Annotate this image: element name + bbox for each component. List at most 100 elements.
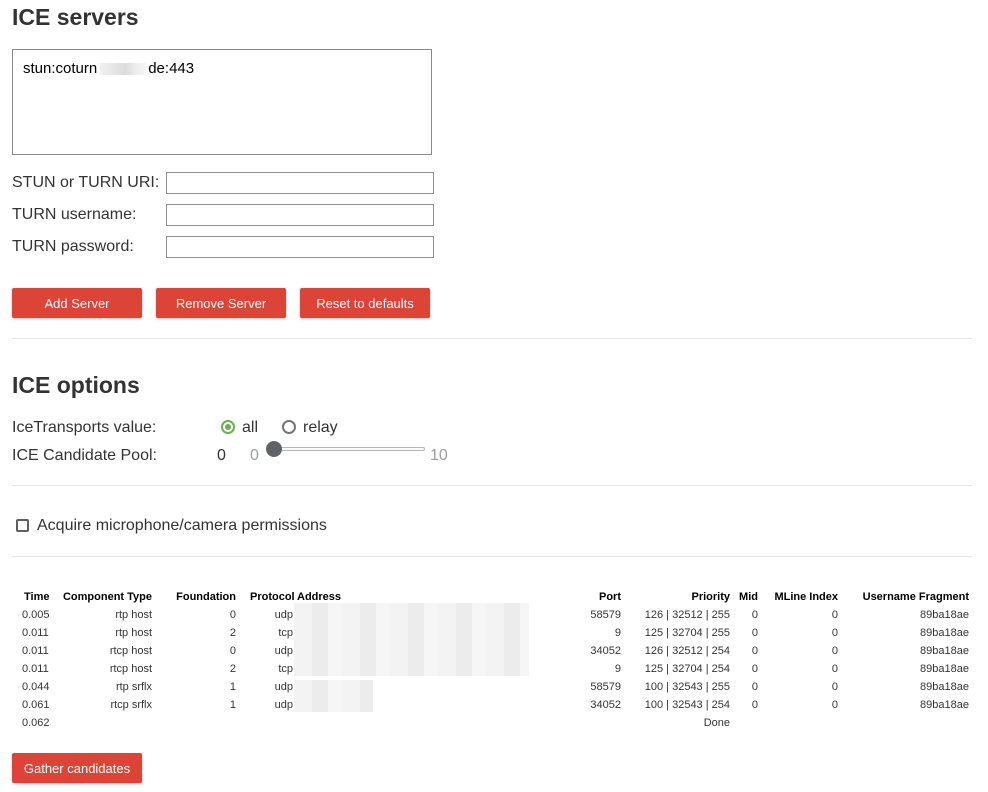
table-cell-port: 34052 xyxy=(590,645,621,657)
table-cell-username-fragment: 89ba18ae xyxy=(920,681,969,693)
redacted-address-block xyxy=(294,680,373,712)
table-cell-protocol: udp xyxy=(274,681,293,693)
table-cell-username-fragment: 89ba18ae xyxy=(920,699,969,711)
table-cell-mid: 0 xyxy=(751,627,758,639)
gather-candidates-button[interactable]: Gather candidates xyxy=(12,753,142,783)
remove-server-button[interactable]: Remove Server xyxy=(156,288,286,318)
table-cell-port: 34052 xyxy=(590,699,621,711)
table-cell-port: 9 xyxy=(614,627,621,639)
divider xyxy=(12,485,972,486)
username-input[interactable] xyxy=(166,204,434,226)
radio-relay-label: relay xyxy=(303,419,338,436)
candidate-pool-slider-thumb[interactable] xyxy=(266,441,282,457)
table-cell-time: 0.005 xyxy=(22,609,50,621)
table-cell-priority: 100 | 32543 | 254 xyxy=(644,699,730,711)
redacted-hostname xyxy=(100,62,147,75)
table-cell-foundation: 0 xyxy=(229,645,236,657)
table-cell-mid: 0 xyxy=(751,681,758,693)
table-cell-mid: 0 xyxy=(751,663,758,675)
reset-defaults-button[interactable]: Reset to defaults xyxy=(300,288,430,318)
ice-options-title: ICE options xyxy=(12,372,140,398)
table-cell-component-type: rtp host xyxy=(115,609,152,621)
table-cell-foundation: 1 xyxy=(229,681,236,693)
table-header-time: Time xyxy=(24,591,50,603)
radio-all-label: all xyxy=(242,419,259,436)
radio-relay[interactable] xyxy=(282,420,296,434)
table-cell-mline-index: 0 xyxy=(831,681,838,693)
table-cell-protocol: tcp xyxy=(278,627,293,639)
table-cell-component-type: rtp srflx xyxy=(115,681,152,693)
candidate-pool-value: 0 xyxy=(217,447,226,464)
table-cell-component-type: rtp host xyxy=(115,627,152,639)
table-cell-port: 58579 xyxy=(590,609,621,621)
slider-min-label: 0 xyxy=(250,447,259,464)
candidate-pool-label: ICE Candidate Pool: xyxy=(12,447,157,464)
redacted-address-block xyxy=(294,603,529,676)
table-cell-username-fragment: 89ba18ae xyxy=(920,609,969,621)
table-cell-time: 0.011 xyxy=(22,645,49,657)
table-cell-mline-index: 0 xyxy=(831,645,838,657)
table-cell-protocol: udp xyxy=(274,645,293,657)
table-cell-foundation: 1 xyxy=(229,699,236,711)
table-cell-priority: 126 | 32512 | 255 xyxy=(644,609,730,621)
table-cell-mid: 0 xyxy=(751,699,758,711)
candidate-pool-slider-track[interactable] xyxy=(270,447,425,451)
ice-transports-label: IceTransports value: xyxy=(12,419,157,436)
table-done-status: Done xyxy=(703,717,730,729)
table-cell-mid: 0 xyxy=(751,645,758,657)
table-cell-foundation: 0 xyxy=(229,609,236,621)
table-cell-priority: 125 | 32704 | 255 xyxy=(644,627,730,639)
table-final-time: 0.062 xyxy=(22,717,50,729)
table-cell-time: 0.044 xyxy=(22,681,50,693)
table-header-port: Port xyxy=(599,591,621,603)
table-cell-priority: 126 | 32512 | 254 xyxy=(644,645,730,657)
password-input[interactable] xyxy=(166,236,434,258)
ice-servers-title: ICE servers xyxy=(12,4,139,30)
table-cell-username-fragment: 89ba18ae xyxy=(920,627,969,639)
table-header-protocol: Protocol xyxy=(250,591,295,603)
table-cell-foundation: 2 xyxy=(229,627,236,639)
table-header-component-type: Component Type xyxy=(62,591,152,603)
server-list[interactable]: stun:coturn de:443 xyxy=(12,49,432,155)
table-cell-foundation: 2 xyxy=(229,663,236,675)
table-cell-priority: 100 | 32543 | 255 xyxy=(644,681,730,693)
table-cell-time: 0.011 xyxy=(22,663,49,675)
table-cell-mline-index: 0 xyxy=(831,627,838,639)
slider-max-label: 10 xyxy=(430,447,448,464)
server-uri-suffix: de:443 xyxy=(148,60,195,77)
divider xyxy=(12,556,972,557)
permissions-checkbox[interactable] xyxy=(16,519,29,532)
table-cell-protocol: udp xyxy=(274,699,293,711)
password-label: TURN password: xyxy=(12,238,134,255)
table-header-address: Address xyxy=(297,591,342,603)
table-cell-protocol: tcp xyxy=(278,663,293,675)
table-header-priority: Priority xyxy=(691,591,730,603)
radio-all[interactable] xyxy=(221,420,235,434)
table-cell-port: 9 xyxy=(614,663,621,675)
table-header-username-fragment: Username Fragment xyxy=(862,591,969,603)
table-cell-component-type: rtcp host xyxy=(109,663,152,675)
table-cell-mline-index: 0 xyxy=(831,699,838,711)
table-cell-component-type: rtcp srflx xyxy=(110,699,152,711)
table-cell-component-type: rtcp host xyxy=(109,645,152,657)
table-cell-protocol: udp xyxy=(274,609,293,621)
username-label: TURN username: xyxy=(12,206,137,223)
server-list-item[interactable]: stun:coturn de:443 xyxy=(23,60,421,77)
table-cell-time: 0.011 xyxy=(22,627,49,639)
table-header-foundation: Foundation xyxy=(176,591,236,603)
table-cell-mline-index: 0 xyxy=(831,663,838,675)
table-cell-mid: 0 xyxy=(751,609,758,621)
table-cell-priority: 125 | 32704 | 254 xyxy=(644,663,730,675)
table-header-mline-index: MLine Index xyxy=(774,591,838,603)
server-uri-prefix: stun:coturn xyxy=(23,60,98,77)
table-header-mid: Mid xyxy=(739,591,758,603)
divider xyxy=(12,338,972,339)
table-cell-port: 58579 xyxy=(590,681,621,693)
add-server-button[interactable]: Add Server xyxy=(12,288,142,318)
table-cell-username-fragment: 89ba18ae xyxy=(920,663,969,675)
permissions-label[interactable]: Acquire microphone/camera permissions xyxy=(37,517,327,535)
table-cell-time: 0.061 xyxy=(22,699,50,711)
uri-input[interactable] xyxy=(166,172,434,194)
table-cell-username-fragment: 89ba18ae xyxy=(920,645,969,657)
table-cell-mline-index: 0 xyxy=(831,609,838,621)
